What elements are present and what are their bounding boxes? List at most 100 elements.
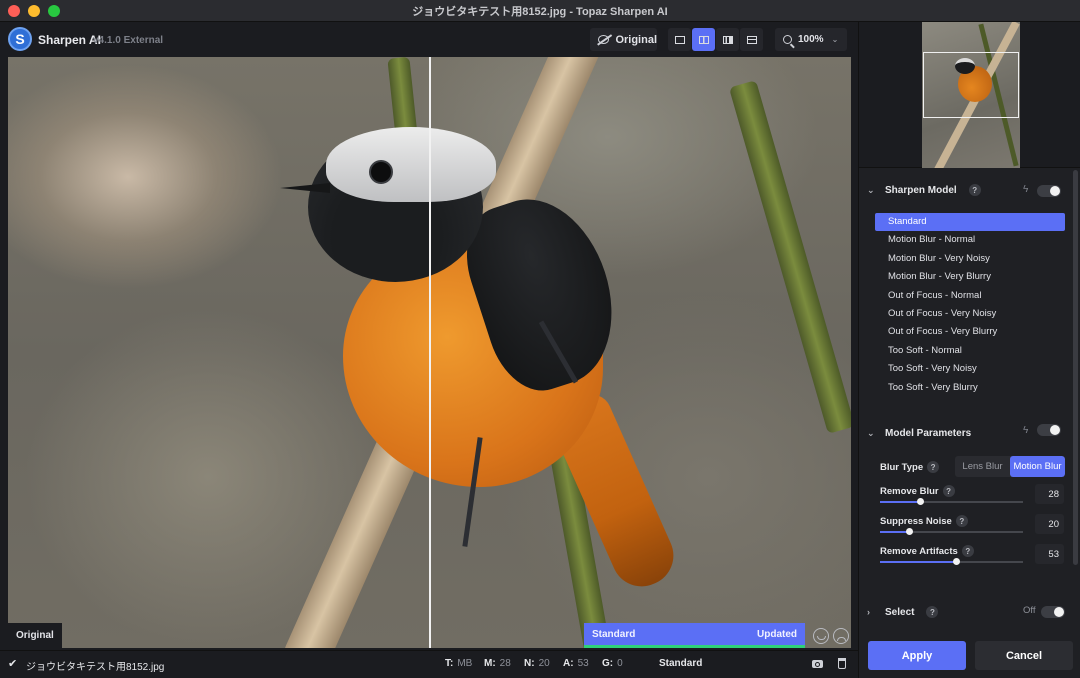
motion-blur-option[interactable]: Motion Blur — [1010, 456, 1065, 477]
model-option-out-of-focus-very-noisy[interactable]: Out of Focus - Very Noisy — [875, 305, 1065, 323]
chevron-down-icon: ⌄ — [867, 427, 875, 438]
navigator-thumbnail[interactable] — [922, 22, 1020, 168]
select-title: Select — [885, 606, 915, 618]
sharpen-model-header[interactable]: ⌄ Sharpen Model ? — [867, 180, 981, 200]
original-toggle-button[interactable]: Original — [590, 28, 657, 51]
bird-cap — [326, 127, 496, 202]
model-option-too-soft-very-noisy[interactable]: Too Soft - Very Noisy — [875, 360, 1065, 378]
remove-artifacts-slider[interactable] — [880, 558, 1023, 565]
bottom-model-name: Standard — [659, 658, 703, 669]
bottom-status-bar: ✔ ジョウビタキテスト用8152.jpg T: MB M: 28 N: 20 A: 53… — [0, 650, 858, 678]
auto-bolt-icon: ϟ — [1023, 425, 1029, 436]
chevron-down-icon: ⌄ — [867, 184, 875, 195]
chevron-down-icon: ⌄ — [831, 35, 839, 44]
trash-icon[interactable] — [838, 658, 846, 669]
window-titlebar: ジョウビタキテスト用8152.jpg - Topaz Sharpen AI — [0, 0, 1080, 22]
blur-type-selector: Lens Blur Motion Blur — [955, 456, 1065, 477]
model-option-standard[interactable]: Standard — [875, 213, 1065, 232]
split-divider-handle[interactable] — [429, 57, 431, 648]
help-icon[interactable]: ? — [961, 545, 974, 557]
camera-icon[interactable] — [812, 660, 823, 668]
app-logo-icon: S — [8, 27, 32, 51]
panel-scrollbar[interactable] — [1073, 170, 1078, 565]
stat-blur: M: 28 — [484, 658, 511, 669]
blur-type-label: Blur Type ? — [880, 461, 940, 473]
navigator-viewport[interactable] — [923, 52, 1019, 118]
image-canvas[interactable]: Original Standard Updated — [8, 57, 851, 648]
slider-knob[interactable] — [917, 498, 925, 505]
help-icon[interactable]: ? — [955, 515, 968, 527]
select-toggle[interactable] — [1041, 606, 1065, 618]
model-option-motion-blur-very-blurry[interactable]: Motion Blur - Very Blurry — [875, 268, 1065, 286]
remove-blur-value[interactable]: 28 — [1035, 484, 1064, 504]
suppress-noise-label: Suppress Noise ? — [880, 515, 968, 527]
split-view-icon — [698, 35, 709, 44]
model-option-out-of-focus-very-blurry[interactable]: Out of Focus - Very Blurry — [875, 323, 1065, 341]
model-option-too-soft-very-blurry[interactable]: Too Soft - Very Blurry — [875, 379, 1065, 397]
stacked-view-icon — [746, 35, 757, 44]
chevron-right-icon: › — [867, 607, 870, 617]
slider-knob[interactable] — [952, 558, 960, 565]
suppress-noise-slider[interactable] — [880, 528, 1023, 535]
app-name: Sharpen AI — [38, 33, 101, 47]
feedback-group — [813, 628, 849, 644]
single-view-button[interactable] — [668, 28, 691, 51]
app-version: v4.1.0 External — [93, 35, 164, 46]
view-mode-group — [668, 28, 763, 51]
original-button-label: Original — [615, 33, 657, 46]
slider-fill — [880, 531, 909, 533]
top-toolbar: S Sharpen AI v4.1.0 External Original 10… — [0, 22, 858, 56]
original-side-label: Original — [8, 623, 62, 648]
model-parameters-auto-toggle[interactable] — [1037, 424, 1061, 436]
help-icon[interactable]: ? — [926, 606, 939, 618]
sharpen-model-auto-toggle[interactable] — [1037, 185, 1061, 197]
remove-artifacts-value[interactable]: 53 — [1035, 544, 1064, 564]
apply-button[interactable]: Apply — [868, 641, 966, 670]
settings-panel: ⌄ Sharpen Model ? ϟ Standard Motion Blur… — [858, 22, 1080, 678]
help-icon[interactable]: ? — [942, 485, 955, 497]
cancel-button[interactable]: Cancel — [975, 641, 1073, 670]
model-option-motion-blur-normal[interactable]: Motion Blur - Normal — [875, 231, 1065, 249]
slider-fill — [880, 561, 956, 563]
slider-fill — [880, 501, 921, 503]
model-option-motion-blur-very-noisy[interactable]: Motion Blur - Very Noisy — [875, 250, 1065, 268]
smile-feedback-icon[interactable] — [813, 628, 829, 644]
remove-blur-label: Remove Blur ? — [880, 485, 955, 497]
zoom-value: 100% — [798, 34, 824, 45]
checkmark-icon[interactable]: ✔ — [8, 657, 17, 670]
help-icon[interactable]: ? — [927, 461, 940, 473]
remove-artifacts-label: Remove Artifacts ? — [880, 545, 974, 557]
status-model-name: Standard — [592, 628, 636, 640]
eye-off-icon — [598, 35, 610, 44]
close-window-button[interactable] — [8, 5, 20, 17]
window-title: ジョウビタキテスト用8152.jpg - Topaz Sharpen AI — [412, 5, 668, 18]
select-state: Off — [1023, 605, 1036, 616]
file-name: ジョウビタキテスト用8152.jpg — [26, 662, 165, 673]
frown-feedback-icon[interactable] — [833, 628, 849, 644]
maximize-window-button[interactable] — [48, 5, 60, 17]
model-parameters-title: Model Parameters — [885, 427, 972, 439]
stacked-view-button[interactable] — [740, 28, 763, 51]
status-state: Updated — [757, 628, 797, 640]
help-icon[interactable]: ? — [968, 184, 981, 196]
sharpen-model-title: Sharpen Model — [885, 184, 957, 196]
select-header[interactable]: › Select ? — [867, 602, 939, 622]
zoom-dropdown[interactable]: 100% ⌄ — [775, 28, 847, 51]
stat-artifacts: A: 53 — [563, 658, 589, 669]
window-controls — [8, 5, 60, 17]
bird-eye — [369, 160, 393, 184]
split-view-button[interactable] — [692, 28, 715, 51]
processing-status-bar: Standard Updated — [584, 623, 805, 648]
zoom-icon — [783, 35, 792, 44]
model-option-too-soft-normal[interactable]: Too Soft - Normal — [875, 342, 1065, 360]
auto-bolt-icon: ϟ — [1023, 184, 1029, 195]
model-parameters-header[interactable]: ⌄ Model Parameters — [867, 423, 971, 443]
remove-blur-slider[interactable] — [880, 498, 1023, 505]
suppress-noise-value[interactable]: 20 — [1035, 514, 1064, 534]
side-by-side-view-icon — [722, 35, 733, 44]
lens-blur-option[interactable]: Lens Blur — [955, 456, 1010, 477]
side-by-side-view-button[interactable] — [716, 28, 739, 51]
minimize-window-button[interactable] — [28, 5, 40, 17]
slider-knob[interactable] — [905, 528, 913, 535]
model-option-out-of-focus-normal[interactable]: Out of Focus - Normal — [875, 287, 1065, 305]
